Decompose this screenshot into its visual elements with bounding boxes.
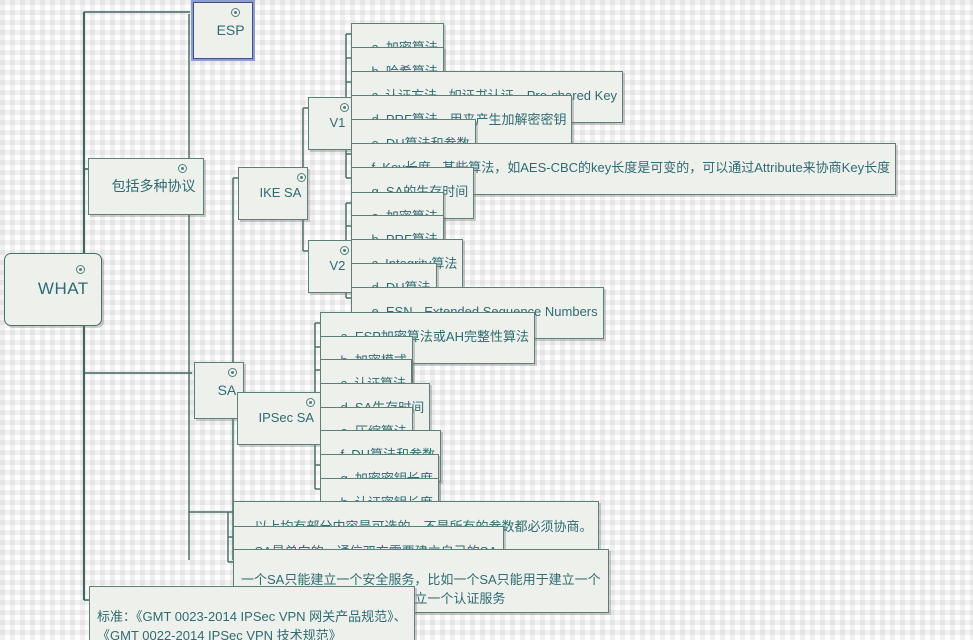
node-ipsec-sa-label: IPSec SA bbox=[258, 410, 315, 426]
node-protocols-label: 包括多种协议 bbox=[111, 177, 196, 194]
collapser-ipsec-sa[interactable] bbox=[306, 398, 315, 407]
node-standards-label: 标准：《GMT 0023-2014 IPSec VPN 网关产品规范》、 《GM… bbox=[97, 609, 407, 640]
node-standards[interactable]: 标准：《GMT 0023-2014 IPSec VPN 网关产品规范》、 《GM… bbox=[89, 586, 415, 640]
node-root[interactable]: WHAT bbox=[4, 253, 102, 327]
collapser-ike-sa[interactable] bbox=[297, 173, 306, 182]
collapser-sa[interactable] bbox=[228, 368, 237, 377]
collapser-ike-v1[interactable] bbox=[340, 103, 349, 112]
node-esp[interactable]: ESP bbox=[191, 0, 255, 61]
collapser-root[interactable] bbox=[76, 265, 85, 274]
collapser-esp[interactable] bbox=[231, 8, 240, 17]
node-esp-label: ESP bbox=[216, 21, 245, 38]
collapser-protocols[interactable] bbox=[178, 164, 187, 173]
node-sa-label: SA bbox=[217, 381, 237, 398]
collapser-ike-v2[interactable] bbox=[340, 246, 349, 255]
node-root-label: WHAT bbox=[37, 279, 89, 299]
mindmap-canvas[interactable]: WHAT ESP 包括多种协议 SA IKE SA IPSec SA V1 V2… bbox=[0, 0, 973, 640]
node-ike-v1-label: V1 bbox=[329, 115, 346, 131]
node-ike-v2-label: V2 bbox=[329, 258, 346, 274]
node-ike-sa-label: IKE SA bbox=[259, 185, 302, 201]
